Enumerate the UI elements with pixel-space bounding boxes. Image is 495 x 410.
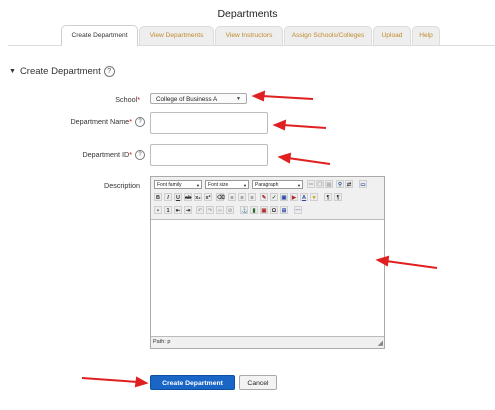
department-id-input[interactable] (150, 144, 268, 166)
replace-icon[interactable]: ⇄ (345, 180, 353, 188)
image-icon[interactable]: ▣ (280, 193, 288, 201)
tab-upload[interactable]: Upload (373, 26, 411, 45)
tab-create-department[interactable]: Create Department (61, 25, 138, 46)
redo-icon[interactable]: ↷ (206, 206, 214, 214)
tab-assign-schools-colleges[interactable]: Assign Schools/Colleges (284, 26, 372, 45)
ltr-icon[interactable]: ¶ (324, 193, 332, 201)
find-replace-icon[interactable]: ⚲ (336, 180, 344, 188)
description-editor: Font family ▼ Font size ▼ Paragraph ▼ ✂ ❐ ▤… (150, 176, 385, 349)
html-icon[interactable]: ⋯ (294, 206, 302, 214)
chevron-down-icon: ▼ (243, 183, 247, 188)
chevron-down-icon: ▼ (196, 183, 200, 188)
annotation-arrow (287, 157, 331, 165)
page-title: Departments (217, 8, 278, 20)
strikethrough-icon[interactable]: ab (184, 193, 192, 201)
editor-status-bar: Path: p ◢ (151, 336, 384, 348)
number-list-icon[interactable]: 1 (164, 206, 172, 214)
help-icon[interactable]: ? (135, 150, 145, 160)
indent-icon[interactable]: ⇥ (184, 206, 192, 214)
copy-icon[interactable]: ❐ (316, 180, 324, 188)
underline-icon[interactable]: U (174, 193, 182, 201)
chevron-down-icon: ▼ (236, 96, 241, 102)
format-select[interactable]: Paragraph ▼ (252, 180, 303, 189)
table-icon[interactable]: ⊞ (280, 206, 288, 214)
annotation-arrow (81, 377, 139, 383)
annotation-arrowhead (134, 376, 149, 388)
highlight-icon[interactable]: ▾ (310, 193, 318, 201)
tab-view-instructors[interactable]: View Instructors (215, 26, 283, 45)
required-mark: * (129, 150, 132, 159)
bookmark-icon[interactable]: ▮ (250, 206, 258, 214)
create-department-button[interactable]: Create Department (150, 375, 235, 390)
superscript-icon[interactable]: x² (204, 193, 212, 201)
required-mark: * (137, 95, 140, 104)
description-label: Description (104, 181, 140, 190)
tab-bar: Create Department View Departments View … (8, 21, 495, 46)
tab-view-departments[interactable]: View Departments (139, 26, 214, 45)
editor-toolbar: Font family ▼ Font size ▼ Paragraph ▼ ✂ ❐ ▤… (151, 177, 384, 220)
chevron-down-icon: ▼ (297, 183, 301, 188)
anchor-icon[interactable]: ⚓ (240, 206, 248, 214)
collapse-toggle-icon[interactable]: ▼ (9, 68, 16, 75)
spellcheck-icon[interactable]: ✓ (270, 193, 278, 201)
align-left-icon[interactable]: ≡ (228, 193, 236, 201)
align-right-icon[interactable]: ≡ (248, 193, 256, 201)
unlink-icon[interactable]: ⊘ (226, 206, 234, 214)
outdent-icon[interactable]: ⇤ (174, 206, 182, 214)
embed-icon[interactable]: ▣ (260, 206, 268, 214)
required-mark: * (129, 117, 132, 126)
subscript-icon[interactable]: x₂ (194, 193, 202, 201)
editor-content-area[interactable] (151, 220, 384, 337)
fullscreen-icon[interactable]: ▭ (359, 180, 367, 188)
clear-format-icon[interactable]: ⌫ (216, 193, 225, 201)
annotation-arrowhead (277, 152, 292, 164)
department-name-input[interactable] (150, 112, 268, 134)
editor-path: Path: p (153, 339, 171, 345)
department-id-label: Department ID*? (30, 150, 145, 160)
annotation-arrowhead (251, 90, 266, 102)
tab-help[interactable]: Help (412, 26, 440, 45)
help-icon[interactable]: ? (103, 66, 115, 77)
section-title: Create Department (19, 66, 101, 77)
font-size-select[interactable]: Font size ▼ (205, 180, 249, 189)
help-icon[interactable]: ? (135, 117, 145, 127)
annotation-arrow (261, 95, 314, 100)
rtl-icon[interactable]: ¶ (334, 193, 342, 201)
media-icon[interactable]: ▶ (290, 193, 298, 201)
section-header[interactable]: ▼ Create Department? (9, 66, 115, 77)
cut-icon[interactable]: ✂ (307, 180, 315, 188)
style-icon[interactable]: ✎ (260, 193, 268, 201)
resize-grip-icon[interactable]: ◢ (378, 340, 383, 347)
cancel-button[interactable]: Cancel (239, 375, 277, 390)
align-center-icon[interactable]: ≡ (238, 193, 246, 201)
italic-icon[interactable]: I (164, 193, 172, 201)
undo-icon[interactable]: ↶ (196, 206, 204, 214)
font-family-select[interactable]: Font family ▼ (154, 180, 202, 189)
bold-icon[interactable]: B (154, 193, 162, 201)
paste-icon[interactable]: ▤ (325, 180, 333, 188)
link-icon[interactable]: ∞ (216, 206, 224, 214)
department-name-label: Department Name*? (30, 117, 145, 127)
school-label: School* (115, 95, 140, 104)
text-color-icon[interactable]: A (300, 193, 308, 201)
annotation-arrow (385, 260, 438, 269)
annotation-arrowhead (272, 119, 287, 131)
school-select[interactable]: College of Business A ▼ (150, 93, 247, 104)
special-char-icon[interactable]: Ω (270, 206, 278, 214)
school-select-value: College of Business A (156, 96, 218, 103)
bullet-list-icon[interactable]: • (154, 206, 162, 214)
annotation-arrow (282, 124, 327, 129)
